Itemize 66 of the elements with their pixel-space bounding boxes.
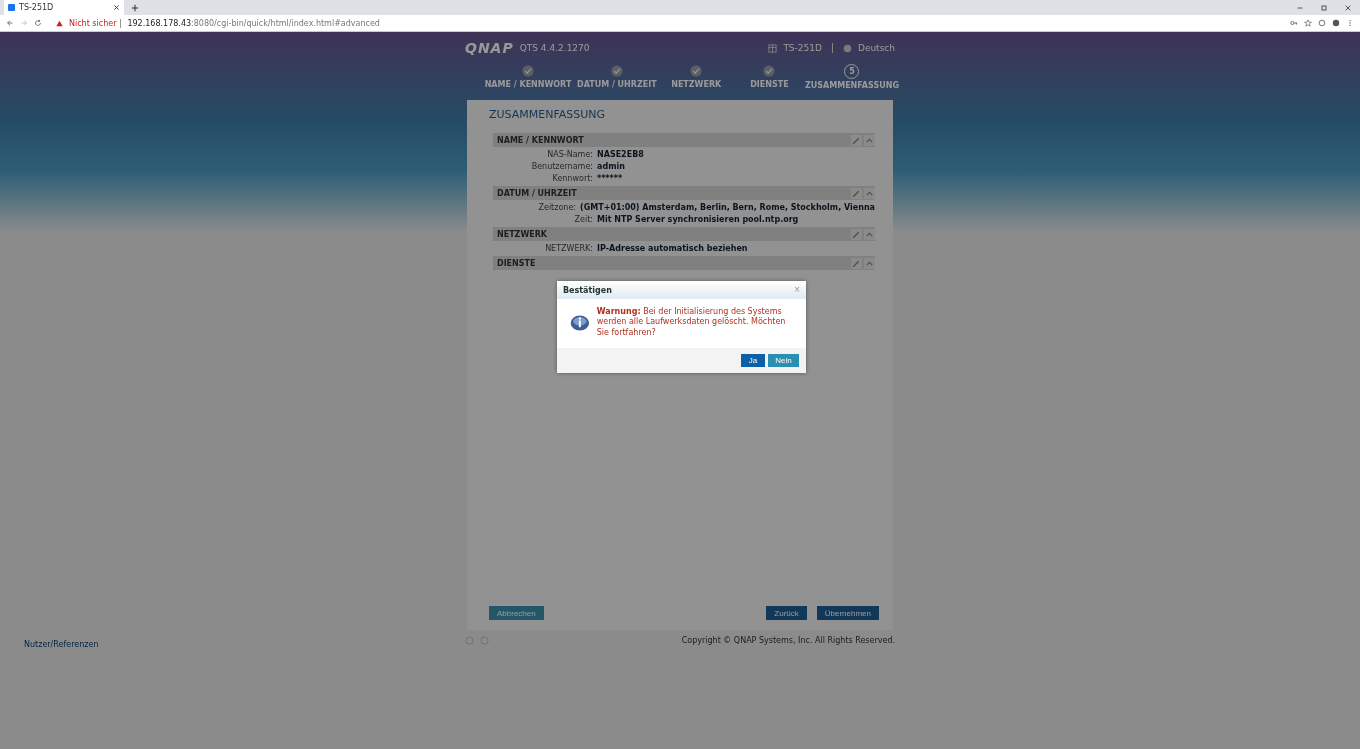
field-value: Mit NTP Server synchronisieren pool.ntp.org	[597, 215, 799, 224]
check-icon	[521, 64, 535, 78]
copyright: Copyright © QNAP Systems, Inc. All Rights Reserved.	[681, 636, 895, 645]
device-name: TS-251D	[783, 43, 822, 53]
close-button[interactable]: ×	[794, 285, 800, 295]
section-title: DIENSTE	[497, 258, 536, 268]
security-label[interactable]: Nicht sicher	[69, 18, 122, 28]
logo: QNAP	[465, 40, 514, 56]
step-label: NETZWERK	[671, 80, 722, 89]
new-tab-icon[interactable]	[131, 3, 139, 12]
step-label: NAME / KENNWORT	[484, 80, 572, 89]
footer-link[interactable]: Nutzer/Referenzen	[24, 640, 99, 649]
device-icon	[768, 43, 778, 53]
collapse-icon[interactable]	[864, 257, 875, 269]
collapse-icon[interactable]	[864, 187, 875, 199]
field-value: NASE2EB8	[597, 150, 644, 159]
field-label: Zeit:	[573, 215, 593, 224]
close-icon[interactable]	[1344, 3, 1352, 12]
field-value: (GMT+01:00) Amsterdam, Berlin, Bern, Rome, Stockholm, Vienna	[580, 203, 875, 212]
yes-button[interactable]: Ja	[741, 354, 765, 368]
edit-icon[interactable]	[851, 134, 862, 146]
dialog-title: Bestätigen	[563, 285, 613, 295]
forward-icon[interactable]	[20, 19, 28, 27]
step-label: ZUSAMMENFASSUNG	[805, 81, 899, 90]
step-label: DIENSTE	[750, 80, 789, 89]
tab-title: TS-251D	[19, 3, 55, 12]
check-icon	[762, 64, 777, 78]
collapse-icon[interactable]	[864, 228, 875, 240]
warning-icon	[56, 19, 63, 27]
section-title: DATUM / UHRZEIT	[497, 188, 577, 198]
favicon-icon	[8, 4, 15, 11]
no-button[interactable]: Nein	[768, 354, 799, 368]
apply-button[interactable]: Übernehmen	[816, 606, 879, 620]
edit-icon[interactable]	[851, 187, 862, 199]
field-label: NETZWERK:	[544, 244, 593, 253]
profile-icon[interactable]	[1332, 19, 1340, 27]
section-title: NETZWERK	[497, 229, 548, 239]
field-label: Benutzername:	[530, 162, 593, 171]
field-value: ******	[597, 174, 623, 183]
back-button[interactable]: Zurück	[766, 606, 807, 620]
collapse-icon[interactable]	[864, 134, 875, 146]
maximize-icon[interactable]	[1320, 3, 1328, 12]
menu-icon[interactable]	[1346, 19, 1354, 27]
panel-title: ZUSAMMENFASSUNG	[489, 108, 607, 121]
reload-icon[interactable]	[34, 19, 42, 27]
cancel-button[interactable]: Abbrechen	[489, 606, 544, 620]
section-title: NAME / KENNWORT	[497, 135, 584, 145]
key-icon[interactable]	[1290, 19, 1298, 27]
check-icon	[689, 64, 704, 78]
field-value: IP-Adresse automatisch beziehen	[597, 244, 748, 253]
field-label: NAS-Name:	[546, 150, 593, 159]
star-icon[interactable]	[1304, 19, 1312, 27]
field-value: admin	[597, 162, 625, 171]
field-label: Kennwort:	[551, 174, 593, 183]
edit-icon[interactable]	[851, 228, 862, 240]
back-icon[interactable]	[6, 19, 14, 27]
url-field[interactable]: 192.168.178.43:8080/cgi-bin/quick/html/index.html#advanced	[127, 18, 380, 28]
close-icon[interactable]	[113, 4, 120, 11]
warning-message: Warnung: Bei der Initialisierung des Systems werden alle Laufwerksdaten gelöscht. Möchten Sie fortfahren?	[596, 307, 787, 339]
edit-icon[interactable]	[851, 257, 862, 269]
check-icon	[609, 64, 624, 78]
version-label: QTS 4.4.2.1270	[519, 43, 590, 53]
step-label: DATUM / UHRZEIT	[577, 80, 657, 89]
field-label: Zeitzone:	[537, 203, 577, 212]
language-selector[interactable]: Deutsch	[857, 43, 895, 53]
browser-tab[interactable]: TS-251D	[4, 0, 124, 15]
